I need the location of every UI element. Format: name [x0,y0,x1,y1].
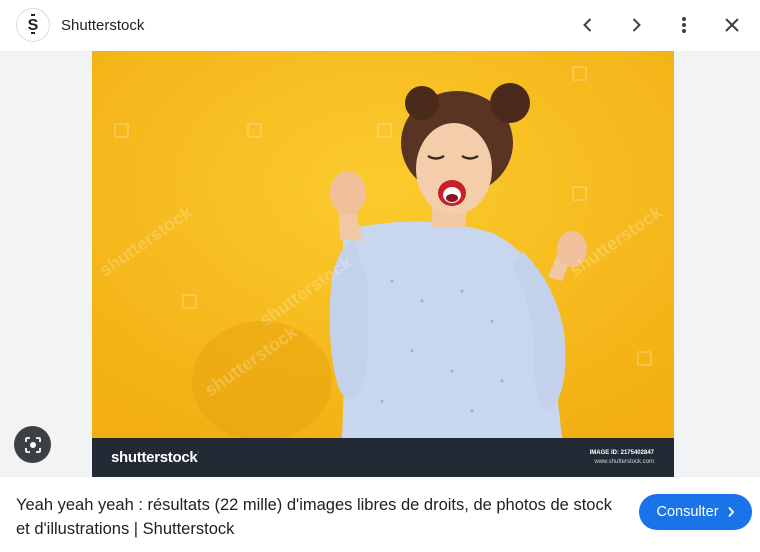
chevron-left-icon [583,18,592,32]
more-options-button[interactable] [668,9,700,41]
watermark-logo-icon [572,186,587,201]
image-stage: shutterstock shutterstock shutterstock s… [0,51,760,477]
previous-button[interactable] [572,9,604,41]
watermark-logo-icon [637,351,652,366]
preview-image[interactable]: shutterstock shutterstock shutterstock s… [92,51,674,477]
result-caption[interactable]: Yeah yeah yeah : résultats (22 mille) d'… [16,493,626,541]
watermark-logo-icon [377,123,392,138]
watermark-logo-icon [114,123,129,138]
shutterstock-logo-icon[interactable]: S [16,8,50,42]
visit-button[interactable]: Consulter [639,494,752,530]
chevron-right-icon [727,506,734,518]
lens-search-icon [24,436,41,453]
viewer-header: S Shutterstock [0,0,760,51]
image-id-label: IMAGE ID: 2175402847 [589,450,654,456]
photo-scene [92,51,674,438]
visit-button-label: Consulter [656,504,719,520]
brand-wordmark: shutterstock· [111,449,200,466]
watermark-logo-icon [572,66,587,81]
watermark-logo-icon [182,294,197,309]
watermark-logo-icon [247,123,262,138]
image-footer-bar: shutterstock· IMAGE ID: 2175402847 www.s… [92,438,674,477]
image-id: IMAGE ID: 2175402847 www.shutterstock.co… [590,449,654,467]
site-name[interactable]: Shutterstock [61,17,144,34]
more-vert-icon [682,17,686,33]
svg-text:S: S [28,17,39,34]
lens-search-button[interactable] [14,426,51,463]
close-icon [725,18,739,32]
close-button[interactable] [716,9,748,41]
image-site-url: www.shutterstock.com [594,459,654,465]
chevron-right-icon [632,18,641,32]
next-button[interactable] [620,9,652,41]
